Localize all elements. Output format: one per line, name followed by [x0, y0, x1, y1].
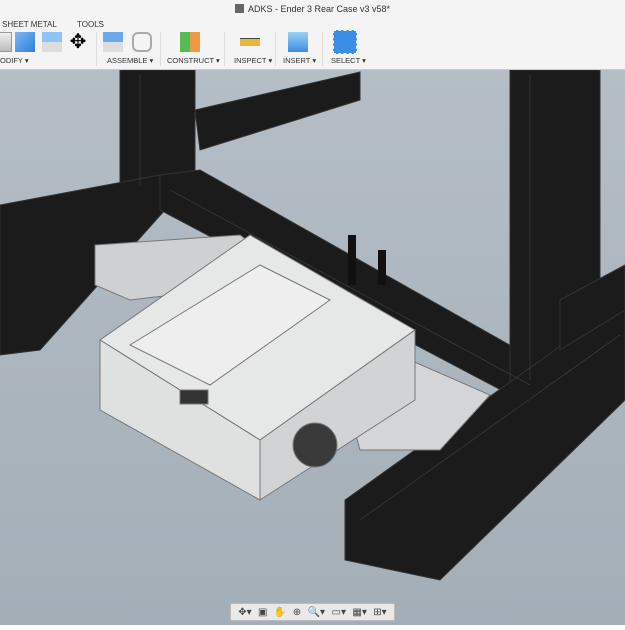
select-group[interactable]: SELECT ▾: [328, 30, 368, 68]
measure-icon[interactable]: [240, 38, 260, 46]
tab-sheet-metal[interactable]: SHEET METAL: [2, 20, 57, 29]
assemble-group[interactable]: ASSEMBLE ▾: [100, 32, 160, 68]
construct-label[interactable]: CONSTRUCT ▾: [167, 56, 220, 65]
window-title: ADKS - Ender 3 Rear Case v3 v58*: [247, 4, 391, 14]
navigation-bar: ✥▾ ▣ ✋ ⊕ 🔍▾ ▭▾ ▦▾ ⊞▾: [230, 603, 395, 621]
inspect-group[interactable]: INSPECT ▾: [230, 32, 275, 68]
pan-icon[interactable]: ✋: [274, 607, 286, 618]
title-bar: ADKS - Ender 3 Rear Case v3 v58*: [0, 0, 625, 18]
orbit-icon[interactable]: ✥▾: [238, 607, 251, 618]
fillet-icon[interactable]: [15, 32, 35, 52]
select-icon[interactable]: [333, 30, 357, 54]
press-pull-icon[interactable]: [0, 32, 12, 52]
standoff: [378, 250, 386, 285]
tab-tools[interactable]: TOOLS: [77, 20, 104, 29]
3d-viewport[interactable]: [0, 69, 625, 625]
display-settings-icon[interactable]: ▭▾: [332, 607, 346, 618]
new-component-icon[interactable]: [103, 32, 123, 52]
fan-grille: [292, 422, 338, 468]
grid-icon[interactable]: ▦▾: [352, 607, 366, 618]
insert-label[interactable]: INSERT ▾: [283, 56, 316, 65]
select-label[interactable]: SELECT ▾: [331, 56, 366, 65]
zoom-window-icon[interactable]: ⊕: [293, 607, 301, 618]
modify-group[interactable]: ✥ ODIFY ▾: [0, 32, 95, 68]
zoom-icon[interactable]: 🔍▾: [308, 607, 325, 618]
insert-group[interactable]: INSERT ▾: [280, 32, 325, 68]
inspect-label[interactable]: INSPECT ▾: [234, 56, 272, 65]
insert-image-icon[interactable]: [288, 32, 308, 52]
standoff: [348, 235, 356, 285]
usb-port: [179, 389, 209, 405]
joint-icon[interactable]: [132, 32, 152, 52]
shell-icon[interactable]: [42, 32, 62, 52]
offset-plane-icon[interactable]: [180, 32, 200, 52]
move-icon[interactable]: ✥: [68, 32, 88, 52]
document-icon: [234, 4, 244, 13]
assemble-label[interactable]: ASSEMBLE ▾: [107, 56, 153, 65]
modify-label[interactable]: ODIFY ▾: [0, 56, 29, 65]
construct-group[interactable]: CONSTRUCT ▾: [165, 32, 220, 68]
viewports-icon[interactable]: ⊞▾: [373, 607, 386, 618]
model-scene: [0, 69, 625, 581]
toolbar: SHEET METAL TOOLS ✥ ODIFY ▾ ASSEMBLE ▾ C…: [0, 18, 625, 70]
rear-top-beam: [194, 71, 361, 151]
look-at-icon[interactable]: ▣: [258, 607, 267, 618]
